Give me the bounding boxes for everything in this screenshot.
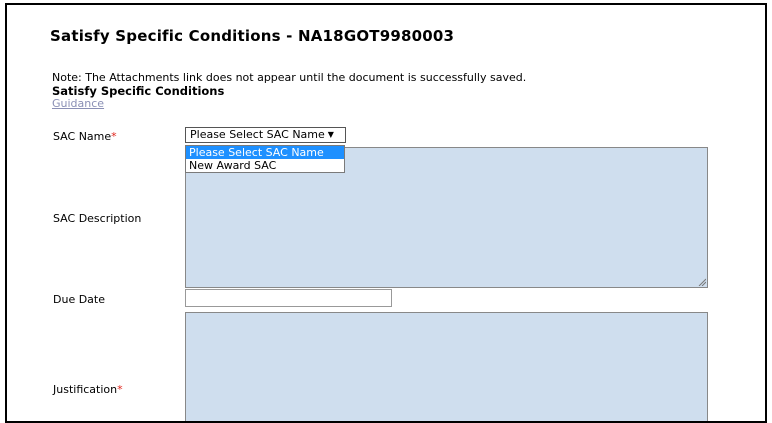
required-marker: * xyxy=(111,130,117,143)
due-date-label: Due Date xyxy=(53,293,105,306)
required-marker: * xyxy=(117,383,123,396)
sac-name-label: SAC Name* xyxy=(53,130,117,143)
justification-textarea[interactable] xyxy=(185,312,708,421)
dropdown-option-new-award-sac[interactable]: New Award SAC xyxy=(186,159,344,172)
justification-label: Justification* xyxy=(53,383,123,396)
sac-description-label: SAC Description xyxy=(53,212,142,225)
sac-name-label-text: SAC Name xyxy=(53,130,112,143)
sac-name-dropdown-list: Please Select SAC Name New Award SAC xyxy=(185,145,345,173)
justification-label-text: Justification xyxy=(53,383,118,396)
due-date-input[interactable] xyxy=(185,289,392,307)
page-frame: Satisfy Specific Conditions - NA18GOT998… xyxy=(5,3,767,423)
attachments-note: Note: The Attachments link does not appe… xyxy=(52,71,527,84)
page-title: Satisfy Specific Conditions - NA18GOT998… xyxy=(50,27,455,45)
dropdown-option-please-select[interactable]: Please Select SAC Name xyxy=(186,146,344,159)
caret-down-icon: ▼ xyxy=(327,130,334,139)
sac-name-selected-value: Please Select SAC Name xyxy=(190,128,325,141)
section-heading: Satisfy Specific Conditions xyxy=(52,84,225,98)
resize-grip-icon[interactable] xyxy=(698,278,706,286)
sac-name-select[interactable]: Please Select SAC Name ▼ xyxy=(185,127,346,143)
guidance-link[interactable]: Guidance xyxy=(52,97,104,110)
